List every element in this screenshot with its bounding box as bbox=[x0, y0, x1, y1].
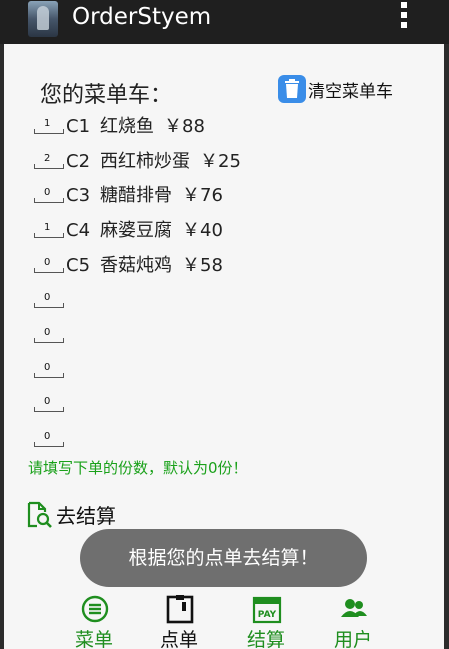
dish-info: C2 西红柿炒蛋 ￥25 bbox=[66, 147, 251, 173]
dish-code: C4 bbox=[66, 220, 91, 241]
tab-label: 菜单 bbox=[74, 629, 113, 649]
dish-name: 麻婆豆腐 bbox=[100, 220, 173, 241]
dish-code: C1 bbox=[66, 116, 91, 137]
dish-price: ￥88 bbox=[164, 116, 205, 137]
quantity-value: 1 bbox=[44, 118, 51, 129]
dish-info: C1 红烧鱼 ￥88 bbox=[66, 112, 215, 138]
overflow-menu-icon[interactable] bbox=[398, 2, 410, 34]
quantity-field[interactable]: 0 bbox=[32, 353, 64, 383]
svg-text:PAY: PAY bbox=[258, 610, 277, 620]
quantity-field[interactable]: 0 bbox=[32, 387, 64, 417]
bottom-tab-bar: 菜单 点单 PAY 结算 用户 bbox=[4, 590, 444, 649]
quantity-value: 0 bbox=[44, 187, 51, 198]
dish-info: C4 麻婆豆腐 ￥40 bbox=[66, 216, 233, 242]
quantity-field[interactable]: 0 bbox=[32, 422, 64, 452]
quantity-value: 0 bbox=[44, 327, 51, 338]
window-edge-right bbox=[444, 44, 449, 649]
app-photo-icon bbox=[28, 1, 58, 37]
tab-label: 用户 bbox=[333, 629, 372, 649]
users-icon bbox=[341, 599, 367, 617]
quantity-value: 2 bbox=[44, 153, 51, 164]
quantity-field[interactable]: 1 bbox=[32, 213, 64, 243]
quantity-hint: 请填写下单的份数，默认为0份！ bbox=[28, 459, 248, 477]
dish-price: ￥40 bbox=[182, 220, 223, 241]
dish-name: 西红柿炒蛋 bbox=[100, 151, 191, 172]
dish-info: C5 香菇炖鸡 ￥58 bbox=[66, 251, 233, 277]
dish-price: ￥58 bbox=[182, 255, 223, 276]
quantity-field[interactable]: 0 bbox=[32, 178, 64, 208]
action-bar: OrderStyem bbox=[0, 0, 449, 44]
quantity-value: 0 bbox=[44, 292, 51, 303]
quantity-value: 0 bbox=[44, 362, 51, 373]
tab-label: 结算 bbox=[246, 629, 285, 649]
dish-name: 糖醋排骨 bbox=[100, 185, 173, 206]
app-title: OrderStyem bbox=[72, 4, 212, 30]
dish-code: C5 bbox=[66, 255, 91, 276]
quantity-field[interactable]: 0 bbox=[32, 318, 64, 348]
clear-cart-button[interactable]: 清空菜单车 bbox=[278, 74, 393, 104]
dish-code: C2 bbox=[66, 151, 91, 172]
quantity-value: 0 bbox=[44, 431, 51, 442]
quantity-value: 0 bbox=[44, 396, 51, 407]
tab-pay[interactable]: PAY 结算 bbox=[226, 590, 306, 649]
dish-price: ￥76 bbox=[182, 185, 223, 206]
trash-icon bbox=[278, 75, 306, 103]
quantity-field[interactable]: 2 bbox=[32, 144, 64, 174]
tab-user[interactable]: 用户 bbox=[313, 590, 393, 649]
dish-code: C3 bbox=[66, 185, 91, 206]
menu-list-icon bbox=[81, 595, 109, 623]
tab-label: 点单 bbox=[159, 629, 198, 649]
dish-name: 红烧鱼 bbox=[100, 116, 155, 137]
clear-cart-label: 清空菜单车 bbox=[308, 81, 393, 102]
dish-price: ￥25 bbox=[200, 151, 241, 172]
window-edge-left bbox=[0, 44, 4, 649]
pay-calendar-icon: PAY bbox=[252, 596, 282, 624]
quantity-field[interactable]: 0 bbox=[32, 248, 64, 278]
cart-title: 您的菜单车： bbox=[40, 83, 173, 108]
toast-message: 根据您的点单去结算！ bbox=[80, 529, 367, 587]
app-screen: OrderStyem 您的菜单车： 清空菜单车 1 C1 红烧鱼 ￥88 2 C2 西 bbox=[0, 0, 449, 649]
tab-order[interactable]: 点单 bbox=[139, 590, 219, 649]
dish-info: C3 糖醋排骨 ￥76 bbox=[66, 181, 233, 207]
order-clipboard-icon bbox=[166, 595, 194, 624]
quantity-value: 1 bbox=[44, 222, 51, 233]
quantity-value: 0 bbox=[44, 257, 51, 268]
tab-menu[interactable]: 菜单 bbox=[54, 590, 134, 649]
checkout-button[interactable]: 去结算 bbox=[26, 500, 116, 529]
document-search-icon bbox=[27, 501, 52, 528]
dish-name: 香菇炖鸡 bbox=[100, 255, 173, 276]
quantity-field[interactable]: 0 bbox=[32, 283, 64, 313]
checkout-label: 去结算 bbox=[56, 504, 116, 528]
quantity-field[interactable]: 1 bbox=[32, 109, 64, 139]
